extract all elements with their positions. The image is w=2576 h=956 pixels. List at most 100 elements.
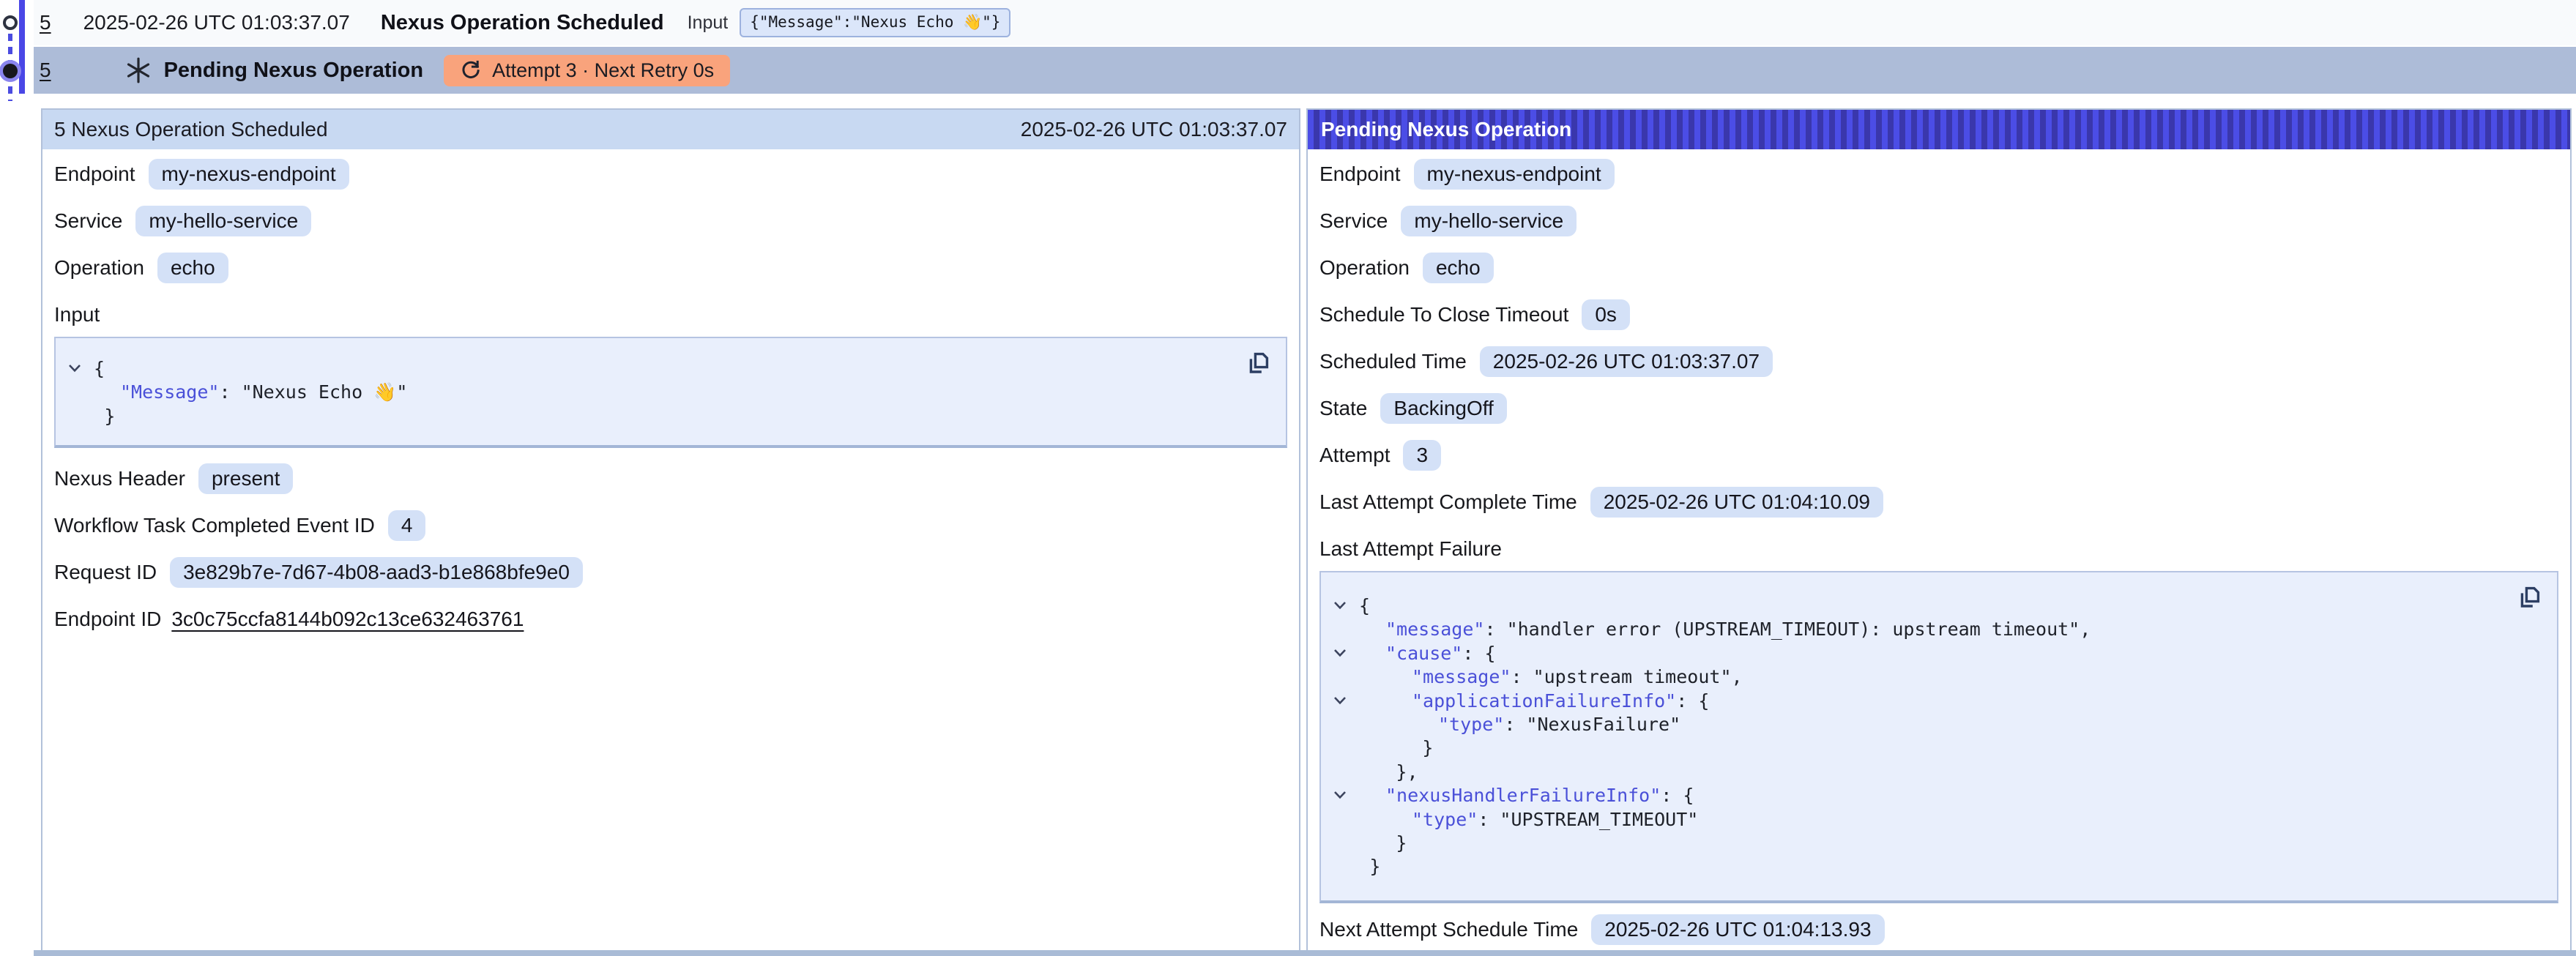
field-value-badge: echo (1423, 253, 1494, 283)
field-label: Operation (54, 256, 144, 280)
field-row: Service my-hello-service (1319, 205, 2558, 237)
code-line: "type": "UPSTREAM_TIMEOUT" (1321, 808, 2557, 832)
pending-asterisk-icon (124, 56, 152, 84)
workflow-event-history-page: 5 2025-02-26 UTC 01:03:37.07 Nexus Opera… (0, 0, 2576, 956)
field-value-badge: 2025-02-26 UTC 01:04:13.93 (1591, 914, 1884, 945)
event-detail-header-title: 5 Nexus Operation Scheduled (54, 118, 328, 141)
json-key: "cause" (1385, 643, 1462, 664)
event-id-link[interactable]: 5 (40, 11, 51, 34)
field-row: Nexus Headerpresent (54, 463, 1287, 495)
json-key: "type" (1438, 714, 1504, 735)
event-detail-header-time: 2025-02-26 UTC 01:03:37.07 (1021, 118, 1287, 141)
json-key: "nexusHandlerFailureInfo" (1385, 785, 1661, 806)
retry-status-badge: Attempt 3 · Next Retry 0s (444, 55, 730, 86)
chevron-down-icon[interactable] (1333, 788, 1347, 802)
event-timestamp: 2025-02-26 UTC 01:03:37.07 (83, 11, 350, 34)
code-line: } (1321, 832, 2557, 855)
field-label: Workflow Task Completed Event ID (54, 514, 375, 537)
code-line: } (1321, 855, 2557, 878)
code-line: "message": "upstream timeout", (1321, 665, 2557, 689)
field-row: Request ID 3e829b7e-7d67-4b08-aad3-b1e868… (54, 556, 1287, 589)
chevron-down-icon[interactable] (67, 362, 82, 375)
code-line: "nexusHandlerFailureInfo": { (1321, 784, 2557, 807)
field-label: Attempt (1319, 444, 1390, 467)
field-row: Endpointmy-nexus-endpoint (1319, 158, 2558, 190)
event-row-nexus-operation-scheduled[interactable]: 5 2025-02-26 UTC 01:03:37.07 Nexus Opera… (34, 0, 2576, 45)
event-title: Nexus Operation Scheduled (381, 11, 664, 35)
json-value: }, (1396, 761, 1418, 783)
json-value: : { (1661, 785, 1694, 806)
code-line: { (1321, 594, 2557, 618)
pending-operation-header: Pending Nexus Operation (1308, 110, 2570, 149)
json-key: "message" (1412, 666, 1511, 687)
field-label: Endpoint (1319, 163, 1401, 186)
json-value: { (1359, 595, 1370, 616)
field-label: Operation (1319, 256, 1410, 280)
last-attempt-failure-label: Last Attempt Failure (1319, 533, 2558, 565)
json-value: : { (1676, 690, 1709, 712)
field-value-badge: 4 (388, 510, 426, 541)
field-row: Operationecho (54, 252, 1287, 284)
code-line: } (56, 405, 1286, 428)
event-id-link[interactable]: 5 (40, 59, 51, 82)
field-row: Endpointmy-nexus-endpoint (54, 158, 1287, 190)
json-value: : "NexusFailure" (1504, 714, 1680, 735)
endpoint-id-link[interactable]: 3c0c75ccfa8144b092c13ce632463761 (171, 608, 524, 631)
retry-icon (460, 59, 482, 81)
code-line: "cause": { (1321, 642, 2557, 665)
json-value: } (1396, 832, 1407, 854)
field-row: Schedule To Close Timeout 0s (1319, 299, 2558, 331)
chevron-down-icon[interactable] (1333, 646, 1347, 660)
chevron-down-icon[interactable] (1333, 599, 1347, 612)
field-row: State BackingOff (1319, 392, 2558, 425)
json-key: "message" (1385, 619, 1484, 640)
json-value: : "handler error (UPSTREAM_TIMEOUT): ups… (1484, 619, 2091, 640)
code-line: "message": "handler error (UPSTREAM_TIME… (1321, 618, 2557, 641)
field-label: Endpoint ID (54, 608, 161, 631)
event-input-label: Input (688, 12, 729, 34)
field-row: Attempt 3 (1319, 439, 2558, 471)
json-value: : { (1462, 643, 1495, 664)
code-line: "type": "NexusFailure" (1321, 713, 2557, 736)
field-value-badge: 0s (1582, 299, 1630, 330)
field-label: Service (54, 209, 122, 233)
json-value: { (94, 358, 105, 379)
timeline-node-open-icon (3, 15, 18, 30)
field-label: Endpoint (54, 163, 135, 186)
code-line: "Message": "Nexus Echo 👋" (56, 381, 1286, 404)
field-label: Next Attempt Schedule Time (1319, 918, 1578, 941)
chevron-down-icon[interactable] (1333, 694, 1347, 707)
json-key: "Message" (120, 381, 219, 403)
retry-badge-text: Attempt 3 · Next Retry 0s (492, 59, 714, 82)
field-value-badge: 2025-02-26 UTC 01:03:37.07 (1480, 346, 1773, 377)
field-row: Last Attempt Complete Time 2025-02-26 UTC… (1319, 486, 2558, 518)
field-value-badge: 3e829b7e-7d67-4b08-aad3-b1e868bfe9e0 (170, 557, 583, 588)
field-value-badge: BackingOff (1380, 393, 1506, 424)
field-row: Next Attempt Schedule Time 2025-02-26 UT… (1319, 914, 2558, 946)
json-value: : "UPSTREAM_TIMEOUT" (1478, 809, 1698, 830)
field-value-badge: my-hello-service (1401, 206, 1577, 236)
code-line: }, (1321, 761, 2557, 784)
field-label: Service (1319, 209, 1388, 233)
pending-operation-panel: Pending Nexus Operation Endpointmy-nexus… (1306, 108, 2572, 956)
field-value-badge: 3 (1403, 440, 1441, 471)
field-label: Schedule To Close Timeout (1319, 303, 1568, 326)
code-line: "applicationFailureInfo": { (1321, 690, 2557, 713)
json-value: } (1369, 856, 1380, 877)
field-row: Service my-hello-service (54, 205, 1287, 237)
timeline-active-bar (19, 0, 25, 94)
pending-title: Pending Nexus Operation (164, 59, 424, 83)
field-label: Request ID (54, 561, 157, 584)
field-label: Last Attempt Complete Time (1319, 490, 1577, 514)
field-row: Workflow Task Completed Event ID 4 (54, 509, 1287, 542)
field-label: State (1319, 397, 1367, 420)
field-value-badge: my-hello-service (135, 206, 311, 236)
event-input-chip[interactable]: {"Message":"Nexus Echo 👋"} (740, 8, 1010, 37)
field-value-badge: 2025-02-26 UTC 01:04:10.09 (1590, 487, 1883, 518)
event-detail-header: 5 Nexus Operation Scheduled 2025-02-26 U… (42, 110, 1299, 149)
field-row: Endpoint ID 3c0c75ccfa8144b092c13ce63246… (54, 603, 1287, 635)
field-row: Operation echo (1319, 252, 2558, 284)
json-value: : "upstream timeout", (1511, 666, 1742, 687)
event-row-pending-nexus-operation[interactable]: 5 Pending Nexus Operation Attempt 3 · Ne… (34, 47, 2576, 94)
field-label: Nexus Header (54, 467, 185, 490)
